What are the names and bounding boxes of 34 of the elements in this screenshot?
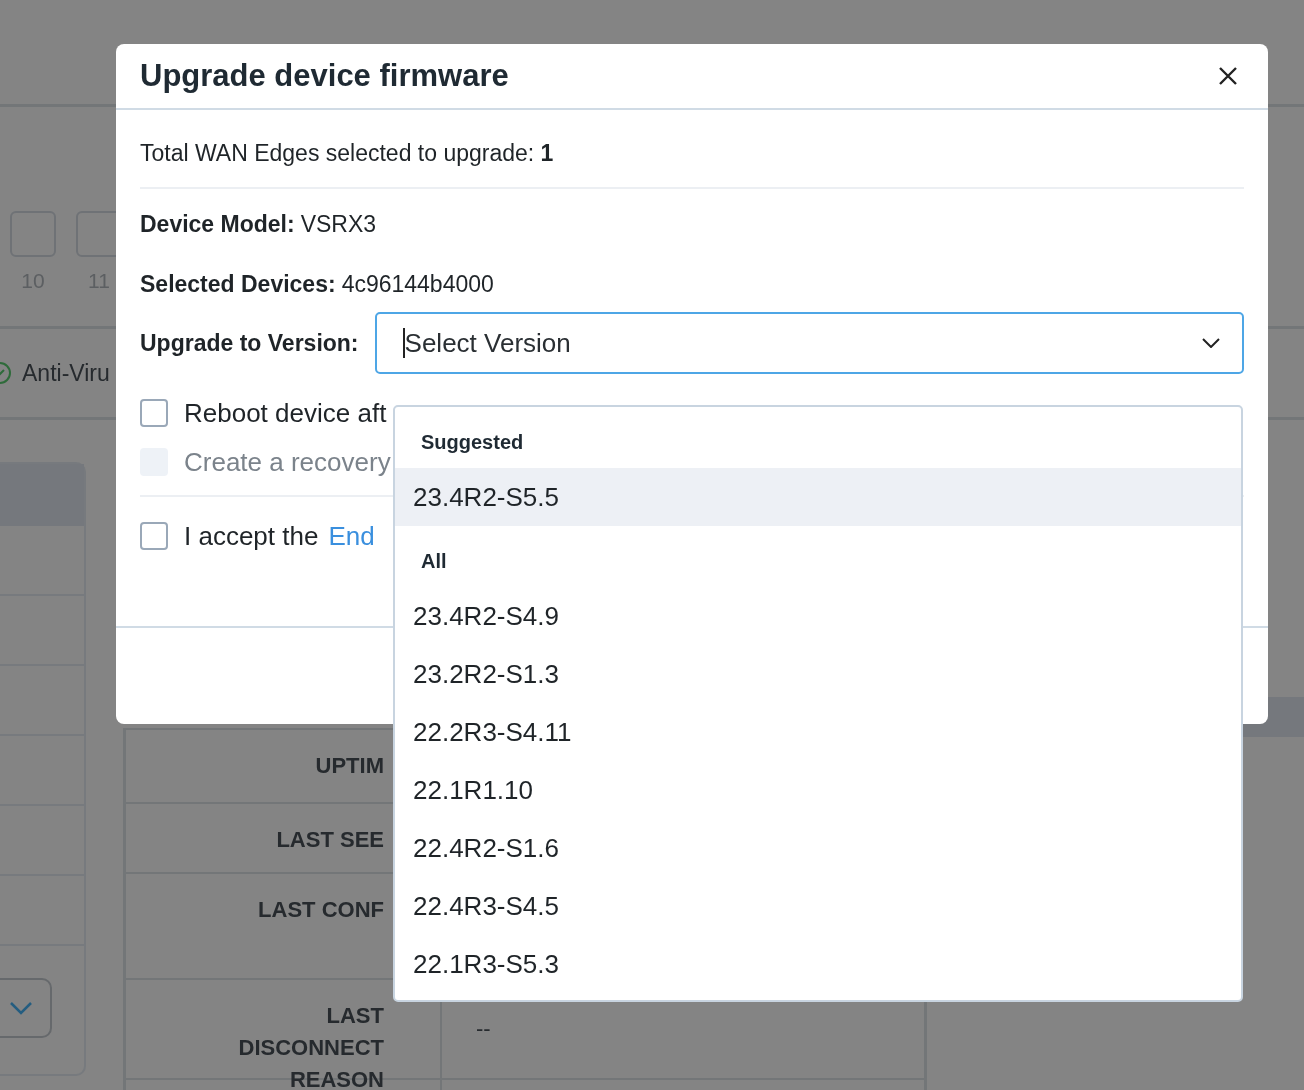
checkbox-label: Create a recovery [184, 446, 391, 478]
version-select[interactable]: Select Version [374, 312, 1244, 374]
field-value: VSRX3 [300, 211, 377, 237]
group-heading: Suggested [420, 430, 525, 455]
filter-label: Anti-Viru [22, 359, 110, 387]
table-header-cell-text: LAST CONF [257, 896, 384, 924]
expand-button[interactable] [0, 978, 52, 1038]
chevron-down-icon [1202, 338, 1220, 348]
checkbox[interactable] [140, 522, 168, 550]
chevron-down-icon [9, 1001, 33, 1015]
version-option[interactable]: 22.4R3-S4.5 [395, 877, 1241, 935]
version-option[interactable]: 22.4R2-S1.6 [395, 819, 1241, 877]
table-header-cell-text: UPTIM [314, 752, 384, 780]
dialog-title: Upgrade device firmware [140, 58, 509, 94]
checkbox-label: I accept the [184, 520, 319, 552]
table-cell: -- [476, 1016, 491, 1041]
checkbox[interactable] [140, 399, 168, 427]
group-heading: All [420, 549, 448, 574]
version-option[interactable]: 23.4R2-S4.9 [395, 587, 1241, 645]
version-option[interactable]: 22.2R3-S4.11 [395, 703, 1241, 761]
field-label: Upgrade to Version: [140, 329, 359, 357]
selection-summary: Total WAN Edges selected to upgrade: 1 [140, 110, 1244, 189]
version-option[interactable]: 22.1R1.10 [395, 761, 1241, 819]
field-label: Selected Devices: [140, 271, 336, 297]
close-icon [1218, 66, 1238, 86]
version-option[interactable]: 23.4R2-S5.5 [395, 468, 1241, 526]
version-option[interactable]: 22.1R3-S5.3 [395, 935, 1241, 993]
table-header-cell-text: LAST SEE [275, 826, 384, 854]
field-value: 4c96144b4000 [341, 271, 494, 297]
version-option[interactable]: 23.2R2-S1.3 [395, 645, 1241, 703]
checkbox-label: Reboot device aft [184, 397, 387, 429]
field-label: Device Model: [140, 211, 295, 237]
table-header-cell-text: LAST DISCONNECT REASON [237, 1002, 384, 1090]
text-cursor [402, 328, 405, 358]
